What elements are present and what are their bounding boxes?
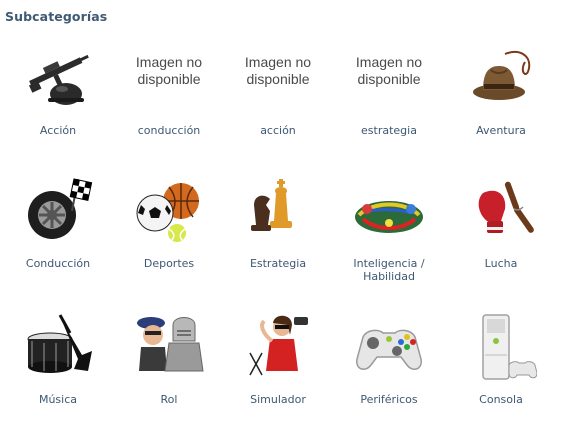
- tire-checkered-flag-icon: [22, 175, 94, 247]
- category-label: Acción: [39, 124, 77, 137]
- category-label: conducción: [137, 124, 201, 137]
- category-label: estrategia: [361, 124, 417, 137]
- category-label: Música: [38, 393, 78, 406]
- category-label: Conducción: [25, 257, 91, 270]
- no-image-placeholder: Imagen no disponible: [244, 54, 312, 87]
- subcategory-grid: Acción Imagen no disponible conducción I…: [0, 0, 569, 419]
- chess-pieces-icon: [242, 175, 314, 247]
- knight-helmet-character-icon: [133, 311, 205, 383]
- category-estrategia[interactable]: Estrategia: [222, 175, 334, 305]
- no-image-placeholder: Imagen no disponible: [355, 54, 423, 87]
- category-accion-lower[interactable]: Imagen no disponible acción: [222, 42, 334, 172]
- category-label: Consola: [479, 393, 523, 406]
- category-label: Rol: [160, 393, 178, 406]
- category-label: Periféricos: [360, 393, 418, 406]
- category-label: Inteligencia / Habilidad: [353, 257, 425, 283]
- category-lucha[interactable]: Lucha: [445, 175, 557, 305]
- category-aventura[interactable]: Aventura: [445, 42, 557, 172]
- category-conduccion-lower[interactable]: Imagen no disponible conducción: [113, 42, 225, 172]
- category-consola[interactable]: Consola: [445, 311, 557, 441]
- game-console-icon: [465, 311, 537, 383]
- category-label: Simulador: [250, 393, 306, 406]
- board-game-icon: [353, 175, 425, 247]
- category-label: Estrategia: [249, 257, 307, 270]
- category-label: Deportes: [143, 257, 195, 270]
- category-estrategia-lower[interactable]: Imagen no disponible estrategia: [333, 42, 445, 172]
- woman-sunglasses-icon: [242, 311, 314, 383]
- category-accion[interactable]: Acción: [2, 42, 114, 172]
- category-musica[interactable]: Música: [2, 311, 114, 441]
- boxing-glove-nunchaku-icon: [465, 175, 537, 247]
- fedora-whip-icon: [465, 42, 537, 114]
- game-controller-icon: [353, 311, 425, 383]
- category-deportes[interactable]: Deportes: [113, 175, 225, 305]
- category-inteligencia-habilidad[interactable]: Inteligencia / Habilidad: [333, 175, 445, 305]
- category-perifericos[interactable]: Periféricos: [333, 311, 445, 441]
- category-label: Lucha: [484, 257, 518, 270]
- category-label: Aventura: [476, 124, 526, 137]
- assault-rifle-helmet-icon: [22, 42, 94, 114]
- category-rol[interactable]: Rol: [113, 311, 225, 441]
- category-label: acción: [260, 124, 296, 137]
- drum-guitar-icon: [22, 311, 94, 383]
- category-conduccion[interactable]: Conducción: [2, 175, 114, 305]
- no-image-placeholder: Imagen no disponible: [135, 54, 203, 87]
- category-simulador[interactable]: Simulador: [222, 311, 334, 441]
- sports-balls-icon: [133, 175, 205, 247]
